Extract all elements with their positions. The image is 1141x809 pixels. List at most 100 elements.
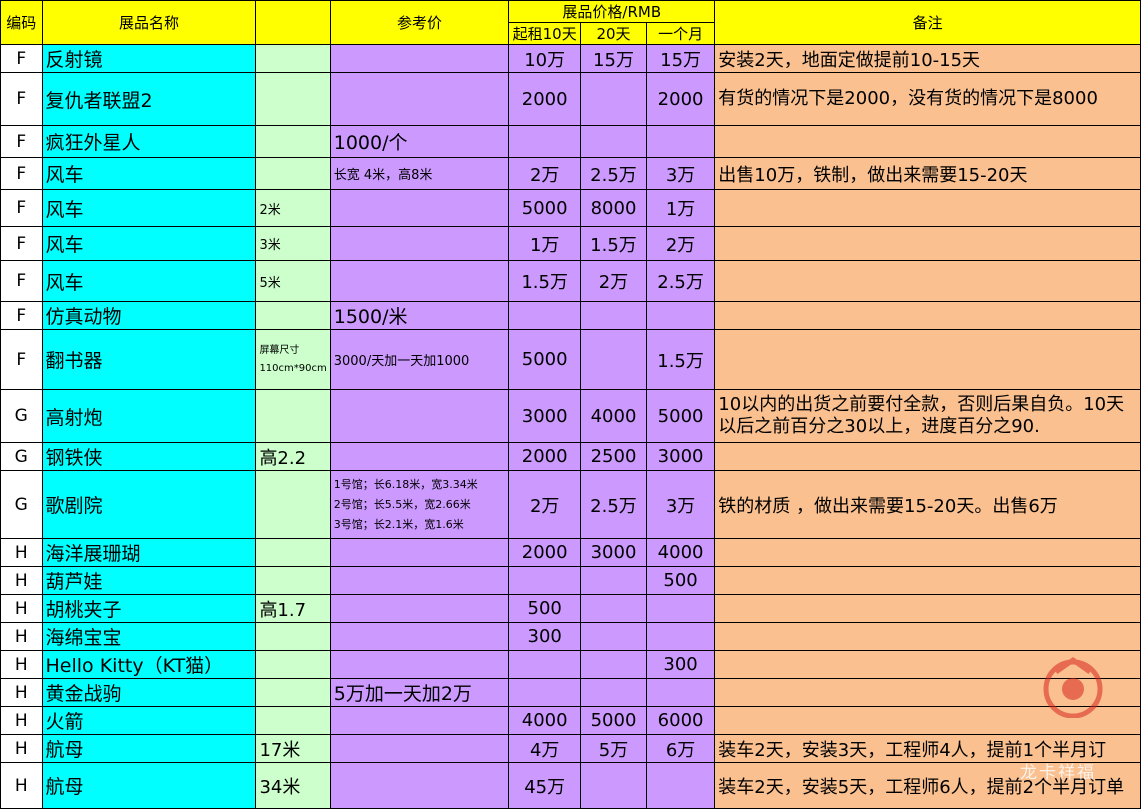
price-10-days-cell[interactable]: 10万 <box>508 44 582 73</box>
price-20-days-cell[interactable]: 8000 <box>580 189 647 227</box>
price-10-days-cell[interactable] <box>508 301 582 330</box>
spec-cell[interactable] <box>255 470 331 539</box>
code-cell[interactable]: F <box>0 125 43 158</box>
ref-cell[interactable] <box>329 389 510 443</box>
price-month-cell[interactable]: 2万 <box>645 226 716 261</box>
price-10-days-cell[interactable] <box>508 125 582 158</box>
code-cell[interactable]: H <box>0 650 43 679</box>
name-cell[interactable]: 钢铁侠 <box>41 442 257 471</box>
price-month-cell[interactable] <box>645 622 716 651</box>
code-cell[interactable]: G <box>0 442 43 471</box>
price-month-cell[interactable]: 300 <box>645 650 716 679</box>
note-cell[interactable]: 出售10万，铁制，做出来需要15-20天 <box>714 157 1141 190</box>
spec-cell[interactable] <box>255 566 331 595</box>
code-cell[interactable]: F <box>0 329 43 390</box>
name-cell[interactable]: 海绵宝宝 <box>41 622 257 651</box>
name-cell[interactable]: 胡桃夹子 <box>41 594 257 623</box>
ref-cell[interactable]: 3000/天加一天加1000 <box>329 329 510 390</box>
ref-cell[interactable] <box>329 442 510 471</box>
name-cell[interactable]: 航母 <box>41 762 257 809</box>
price-month-cell[interactable]: 3000 <box>645 442 716 471</box>
code-cell[interactable]: H <box>0 622 43 651</box>
ref-cell[interactable]: 1号馆；长6.18米，宽3.34米 2号馆；长5.5米，宽2.66米 3号馆；长2.… <box>329 470 510 539</box>
price-month-cell[interactable] <box>645 594 716 623</box>
note-cell[interactable]: 有货的情况下是2000，没有货的情况下是8000 <box>714 72 1141 126</box>
spec-cell[interactable]: 屏幕尺寸110cm*90cm <box>255 329 331 390</box>
price-month-cell[interactable]: 4000 <box>645 538 716 567</box>
spec-cell[interactable] <box>255 44 331 73</box>
ref-cell[interactable] <box>329 44 510 73</box>
code-cell[interactable]: H <box>0 538 43 567</box>
spec-cell[interactable] <box>255 125 331 158</box>
price-20-days-cell[interactable] <box>580 566 647 595</box>
spec-cell[interactable]: 2米 <box>255 189 331 227</box>
code-cell[interactable]: F <box>0 44 43 73</box>
name-cell[interactable]: 风车 <box>41 189 257 227</box>
name-cell[interactable]: 火箭 <box>41 706 257 735</box>
price-10-days-cell[interactable]: 5000 <box>508 329 582 390</box>
price-month-cell[interactable] <box>645 678 716 707</box>
ref-cell[interactable] <box>329 260 510 302</box>
name-cell[interactable]: 风车 <box>41 260 257 302</box>
ref-cell[interactable] <box>329 762 510 809</box>
price-month-cell[interactable] <box>645 125 716 158</box>
price-10-days-cell[interactable]: 5000 <box>508 189 582 227</box>
note-cell[interactable] <box>714 189 1141 227</box>
price-20-days-cell[interactable]: 2500 <box>580 442 647 471</box>
name-cell[interactable]: 航母 <box>41 734 257 763</box>
price-20-days-cell[interactable]: 2.5万 <box>580 157 647 190</box>
price-10-days-cell[interactable]: 45万 <box>508 762 582 809</box>
code-cell[interactable]: F <box>0 260 43 302</box>
price-month-cell[interactable]: 3万 <box>645 157 716 190</box>
price-month-cell[interactable]: 1.5万 <box>645 329 716 390</box>
spec-cell[interactable] <box>255 622 331 651</box>
price-10-days-cell[interactable] <box>508 678 582 707</box>
price-10-days-cell[interactable]: 1.5万 <box>508 260 582 302</box>
header-price-10-days[interactable]: 起租10天 <box>508 22 582 45</box>
spec-cell[interactable]: 高1.7 <box>255 594 331 623</box>
price-10-days-cell[interactable]: 3000 <box>508 389 582 443</box>
price-20-days-cell[interactable]: 2万 <box>580 260 647 302</box>
header-ref[interactable]: 参考价 <box>329 0 510 45</box>
price-10-days-cell[interactable]: 4000 <box>508 706 582 735</box>
price-month-cell[interactable]: 1万 <box>645 189 716 227</box>
price-10-days-cell[interactable]: 2000 <box>508 72 582 126</box>
spec-cell[interactable]: 高2.2 <box>255 442 331 471</box>
code-cell[interactable]: F <box>0 226 43 261</box>
note-cell[interactable]: 10以内的出货之前要付全款，否则后果自负。10天以后之前百分之30以上，进度百分… <box>714 389 1141 443</box>
ref-cell[interactable] <box>329 72 510 126</box>
ref-cell[interactable] <box>329 650 510 679</box>
ref-cell[interactable] <box>329 189 510 227</box>
spec-cell[interactable]: 34米 <box>255 762 331 809</box>
note-cell[interactable] <box>714 538 1141 567</box>
code-cell[interactable]: F <box>0 189 43 227</box>
price-20-days-cell[interactable] <box>580 125 647 158</box>
spec-cell[interactable] <box>255 72 331 126</box>
ref-cell[interactable] <box>329 594 510 623</box>
price-10-days-cell[interactable]: 2万 <box>508 470 582 539</box>
price-10-days-cell[interactable]: 2万 <box>508 157 582 190</box>
ref-cell[interactable] <box>329 566 510 595</box>
price-10-days-cell[interactable]: 300 <box>508 622 582 651</box>
price-month-cell[interactable]: 15万 <box>645 44 716 73</box>
price-20-days-cell[interactable]: 5万 <box>580 734 647 763</box>
spec-cell[interactable]: 17米 <box>255 734 331 763</box>
price-20-days-cell[interactable]: 4000 <box>580 389 647 443</box>
price-10-days-cell[interactable] <box>508 566 582 595</box>
spec-cell[interactable] <box>255 678 331 707</box>
code-cell[interactable]: H <box>0 566 43 595</box>
spec-cell[interactable] <box>255 389 331 443</box>
price-20-days-cell[interactable]: 5000 <box>580 706 647 735</box>
price-month-cell[interactable]: 6000 <box>645 706 716 735</box>
price-20-days-cell[interactable] <box>580 329 647 390</box>
name-cell[interactable]: 反射镜 <box>41 44 257 73</box>
price-20-days-cell[interactable]: 3000 <box>580 538 647 567</box>
ref-cell[interactable] <box>329 538 510 567</box>
code-cell[interactable]: F <box>0 301 43 330</box>
price-20-days-cell[interactable]: 1.5万 <box>580 226 647 261</box>
price-10-days-cell[interactable]: 500 <box>508 594 582 623</box>
note-cell[interactable] <box>714 125 1141 158</box>
ref-cell[interactable]: 5万加一天加2万 <box>329 678 510 707</box>
price-10-days-cell[interactable] <box>508 650 582 679</box>
ref-cell[interactable]: 1000/个 <box>329 125 510 158</box>
